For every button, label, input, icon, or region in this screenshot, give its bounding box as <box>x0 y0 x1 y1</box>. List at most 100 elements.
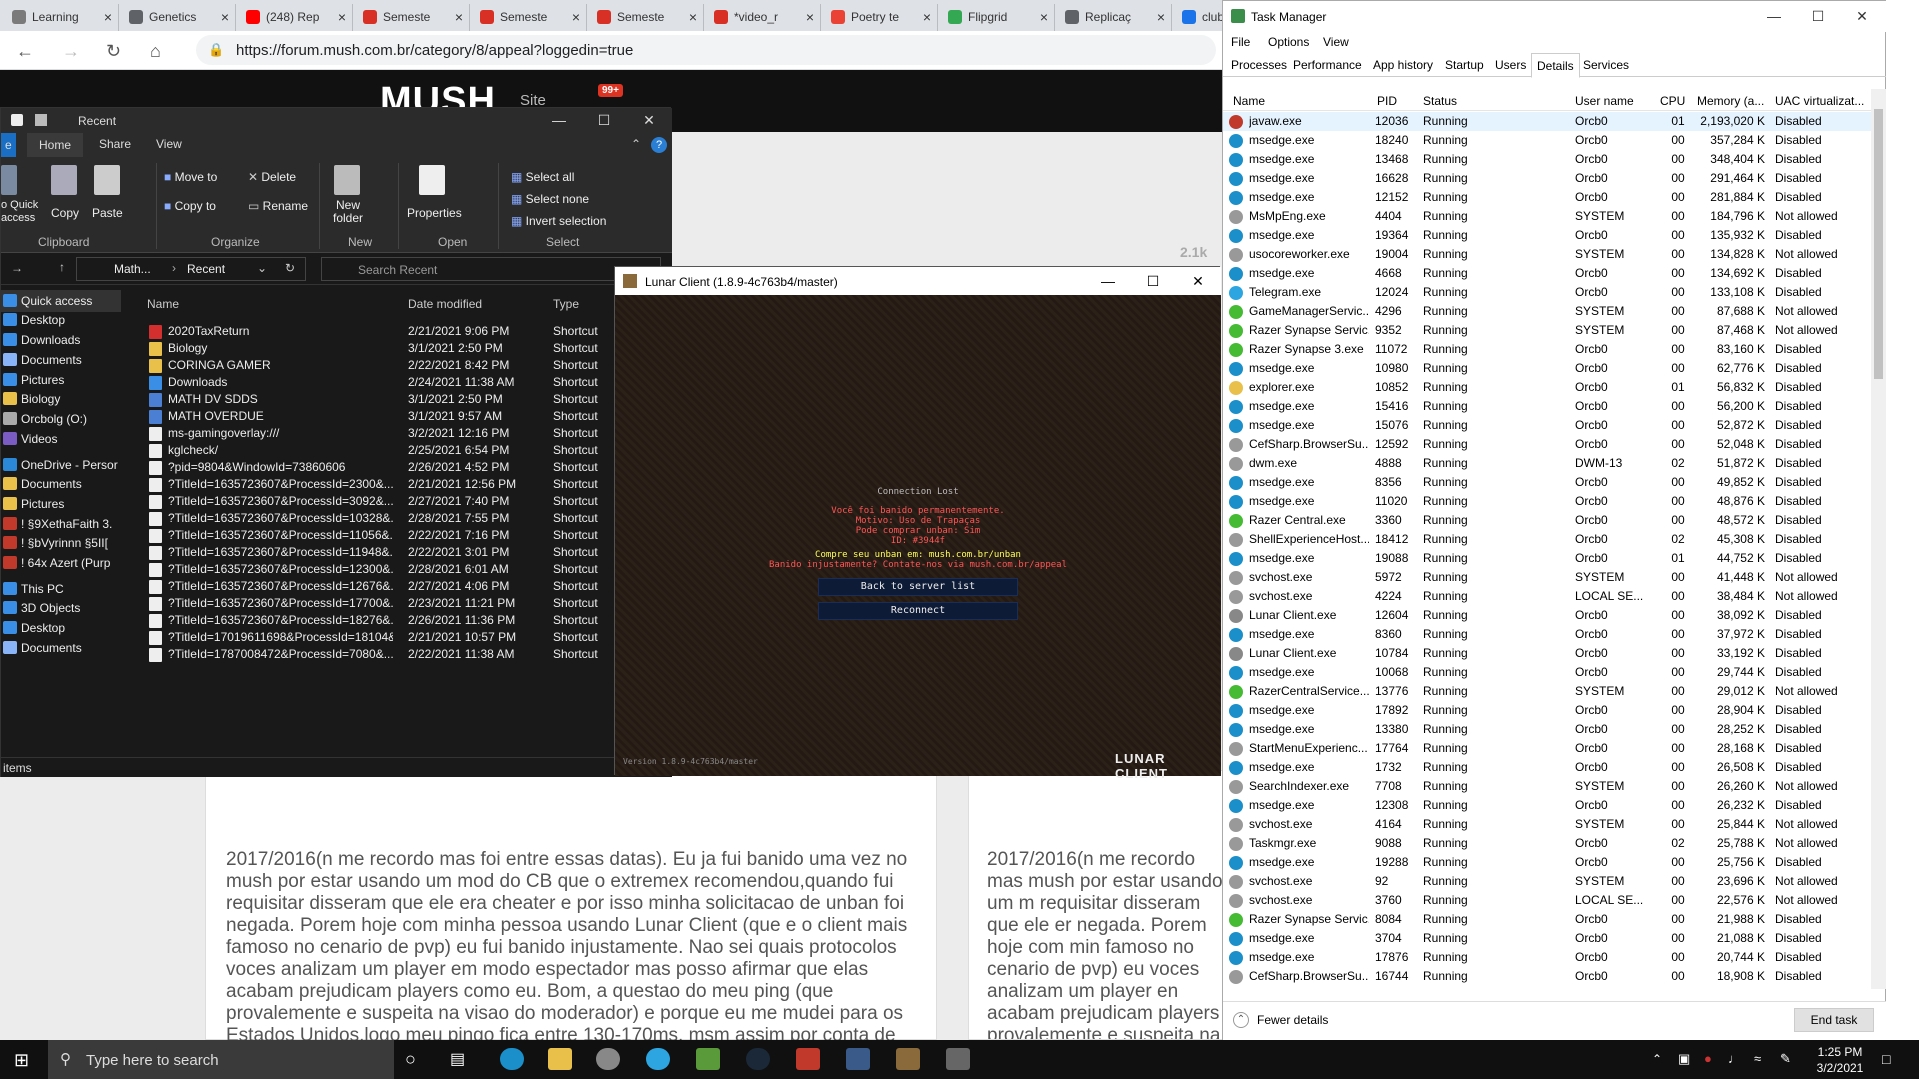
chevron-down-icon[interactable]: ⌄ <box>257 261 267 275</box>
paste-button[interactable]: Paste <box>92 206 123 220</box>
process-row[interactable]: CefSharp.BrowserSu... 16744 Running Orcb0 00… <box>1223 967 1871 986</box>
nav-item[interactable]: Documents <box>1 473 121 495</box>
close-tab-icon[interactable]: × <box>455 4 463 31</box>
close-tab-icon[interactable]: × <box>338 4 346 31</box>
tab-services[interactable]: Services <box>1583 58 1629 72</box>
move-to-button[interactable]: ■ Move to <box>164 170 217 184</box>
process-row[interactable]: msedge.exe 19288 Running Orcb0 00 25,756 K Dis… <box>1223 853 1871 872</box>
file-row[interactable]: ?TitleId=1635723607&ProcessId=17700&... 2… <box>133 595 667 612</box>
razer-tray-icon[interactable]: ● <box>1704 1051 1712 1066</box>
nav-item[interactable]: ! 64x Azert (Purp <box>1 552 121 574</box>
process-row[interactable]: msedge.exe 13468 Running Orcb0 00 348,404 K Di… <box>1223 150 1871 169</box>
rename-button[interactable]: ▭ Rename <box>248 199 308 213</box>
tab-performance[interactable]: Performance <box>1293 58 1362 72</box>
select-none-button[interactable]: ▦ Select none <box>511 192 589 206</box>
process-row[interactable]: Lunar Client.exe 10784 Running Orcb0 00 33,19… <box>1223 644 1871 663</box>
file-row[interactable]: ?TitleId=1635723607&ProcessId=3092&... 2/… <box>133 493 667 510</box>
process-row[interactable]: dwm.exe 4888 Running DWM-13 02 51,872 K Disabl… <box>1223 454 1871 473</box>
taskbar-search-input[interactable]: ⚲ Type here to search <box>48 1040 394 1079</box>
process-row[interactable]: Razer Synapse 3.exe 11072 Running Orcb0 00 83… <box>1223 340 1871 359</box>
home-icon[interactable]: ⌂ <box>150 41 161 62</box>
minimize-button[interactable]: — <box>1085 267 1131 295</box>
file-row[interactable]: ?TitleId=1635723607&ProcessId=11056&... 2… <box>133 527 667 544</box>
close-tab-icon[interactable]: × <box>221 4 229 31</box>
lunar-taskbar-icon[interactable] <box>896 1048 920 1070</box>
column-user[interactable]: User name <box>1575 94 1634 108</box>
process-row[interactable]: ShellExperienceHost.... 18412 Running Orcb0… <box>1223 530 1871 549</box>
tab-share[interactable]: Share <box>99 137 131 151</box>
volume-icon[interactable]: ♩ <box>1728 1051 1741 1066</box>
save-icon[interactable] <box>35 114 47 126</box>
tab-startup[interactable]: Startup <box>1445 58 1484 72</box>
nav-item[interactable]: Orcbolg (O:) <box>1 408 121 430</box>
calculator-icon[interactable] <box>846 1048 870 1070</box>
notification-badge[interactable]: 99+ <box>598 84 623 97</box>
tab-users[interactable]: Users <box>1495 58 1526 72</box>
nav-item[interactable]: 3D Objects <box>1 597 121 619</box>
process-row[interactable]: SearchIndexer.exe 7708 Running SYSTEM 00 26,2… <box>1223 777 1871 796</box>
process-row[interactable]: msedge.exe 17876 Running Orcb0 00 20,744 K Dis… <box>1223 948 1871 967</box>
process-row[interactable]: msedge.exe 10980 Running Orcb0 00 62,776 K Dis… <box>1223 359 1871 378</box>
cortana-icon[interactable]: ○ <box>405 1049 416 1070</box>
pin-quick-access-button[interactable]: o Quick access <box>1 199 38 225</box>
chevron-up-icon[interactable]: ⌃ <box>1233 1012 1249 1028</box>
column-uac[interactable]: UAC virtualizat... <box>1775 94 1867 108</box>
maximize-button[interactable]: ☐ <box>1795 1 1841 32</box>
end-task-button[interactable]: End task <box>1794 1008 1874 1032</box>
minimize-button[interactable]: — <box>536 108 582 133</box>
browser-tab[interactable]: Semeste × <box>589 4 704 31</box>
nav-item[interactable]: Videos <box>1 428 121 450</box>
scrollbar-thumb[interactable] <box>1874 109 1883 379</box>
process-row[interactable]: RazerCentralService.... 13776 Running SYSTE… <box>1223 682 1871 701</box>
nav-item[interactable]: Biology <box>1 388 121 410</box>
browser-tab[interactable]: Poetry te × <box>823 4 938 31</box>
menu-file[interactable]: File <box>1231 35 1250 49</box>
browser-tab[interactable]: Semeste × <box>472 4 587 31</box>
process-row[interactable]: javaw.exe 12036 Running Orcb0 01 2,193,020 K D… <box>1223 112 1871 131</box>
file-row[interactable]: CORINGA GAMER 2/22/2021 8:42 PM Shortcut <box>133 357 667 374</box>
browser-tab[interactable]: Semeste × <box>355 4 470 31</box>
minimize-button[interactable]: — <box>1751 1 1797 32</box>
process-row[interactable]: usocoreworker.exe 19004 Running SYSTEM 00 134… <box>1223 245 1871 264</box>
reconnect-button[interactable]: Reconnect <box>818 602 1018 620</box>
file-row[interactable]: ?TitleId=1635723607&ProcessId=12300&... 2… <box>133 561 667 578</box>
tab-file[interactable]: e <box>1 133 16 157</box>
nav-item[interactable]: Desktop <box>1 617 121 639</box>
process-row[interactable]: svchost.exe 3760 Running LOCAL SE... 00 22,57… <box>1223 891 1871 910</box>
pen-icon[interactable]: ✎ <box>1780 1051 1791 1067</box>
minecraft-icon[interactable] <box>696 1048 720 1070</box>
process-row[interactable]: Lunar Client.exe 12604 Running Orcb0 00 38,09… <box>1223 606 1871 625</box>
maximize-button[interactable]: ☐ <box>581 108 627 133</box>
steam-icon[interactable] <box>746 1048 770 1070</box>
process-row[interactable]: Razer Synapse Servic... 9352 Running SYSTEM… <box>1223 321 1871 340</box>
column-name[interactable]: Name <box>147 297 179 311</box>
fewer-details-link[interactable]: Fewer details <box>1257 1013 1328 1027</box>
process-row[interactable]: StartMenuExperienc... 17764 Running Orcb0 00… <box>1223 739 1871 758</box>
copy-button[interactable]: Copy <box>51 206 79 220</box>
process-row[interactable]: msedge.exe 18240 Running Orcb0 00 357,284 K Di… <box>1223 131 1871 150</box>
process-row[interactable]: Telegram.exe 12024 Running Orcb0 00 133,108 K… <box>1223 283 1871 302</box>
back-to-server-list-button[interactable]: Back to server list <box>818 578 1018 596</box>
nav-item[interactable]: Pictures <box>1 493 121 515</box>
tab-app-history[interactable]: App history <box>1373 58 1433 72</box>
file-row[interactable]: ?TitleId=1635723607&ProcessId=10328&... 2… <box>133 510 667 527</box>
edge-icon[interactable] <box>500 1048 524 1070</box>
process-row[interactable]: msedge.exe 15416 Running Orcb0 00 56,200 K Dis… <box>1223 397 1871 416</box>
process-row[interactable]: msedge.exe 11020 Running Orcb0 00 48,876 K Dis… <box>1223 492 1871 511</box>
close-tab-icon[interactable]: × <box>806 4 814 31</box>
overwolf-icon[interactable] <box>596 1048 620 1070</box>
chevron-up-icon[interactable]: ⌃ <box>1652 1052 1662 1066</box>
back-arrow-icon[interactable]: → <box>11 261 23 275</box>
process-row[interactable]: svchost.exe 92 Running SYSTEM 00 23,696 K Not … <box>1223 872 1871 891</box>
column-cpu[interactable]: CPU <box>1660 94 1685 108</box>
file-row[interactable]: ?TitleId=17019611698&ProcessId=18104&...… <box>133 629 667 646</box>
nav-item[interactable]: Documents <box>1 349 121 371</box>
telegram-icon[interactable] <box>646 1048 670 1070</box>
process-row[interactable]: msedge.exe 19088 Running Orcb0 01 44,752 K Dis… <box>1223 549 1871 568</box>
process-row[interactable]: msedge.exe 12152 Running Orcb0 00 281,884 K Di… <box>1223 188 1871 207</box>
breadcrumb-math[interactable]: Math... <box>114 262 151 276</box>
process-row[interactable]: GameManagerServic... 4296 Running SYSTEM 00 8… <box>1223 302 1871 321</box>
file-row[interactable]: ?TitleId=1787008472&ProcessId=7080&... 2/… <box>133 646 667 663</box>
nav-item[interactable]: Desktop <box>1 309 121 331</box>
file-row[interactable]: MATH DV SDDS 3/1/2021 2:50 PM Shortcut <box>133 391 667 408</box>
